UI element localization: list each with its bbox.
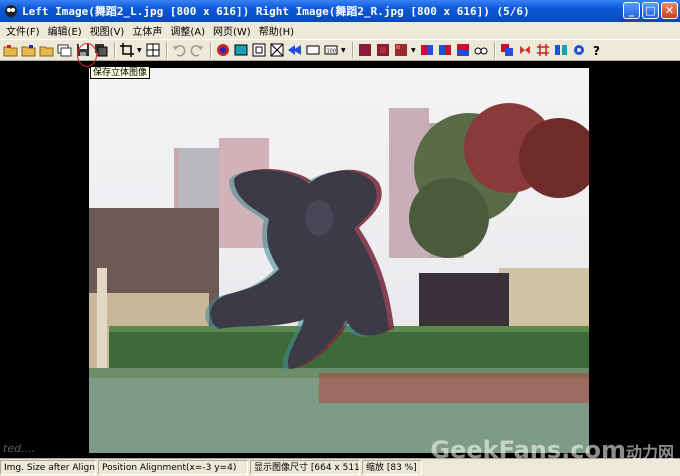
toolbar-separator <box>114 42 116 58</box>
help-icon[interactable]: ? <box>589 42 605 58</box>
toolbar-separator <box>352 42 354 58</box>
checker-icon[interactable] <box>535 42 551 58</box>
mirror-icon[interactable] <box>553 42 569 58</box>
crop-icon[interactable] <box>119 42 135 58</box>
window-controls: _ □ ✕ <box>623 2 678 19</box>
menu-file[interactable]: 文件(F) <box>4 23 46 38</box>
watermark-text: GeekFans.com <box>430 436 626 464</box>
open-stereo-icon[interactable] <box>39 42 55 58</box>
fullscreen-icon[interactable] <box>269 42 285 58</box>
zoom-dropdown-icon[interactable]: ▼ <box>341 47 346 54</box>
menu-adjust[interactable]: 调整(A) <box>168 23 211 38</box>
redo-icon[interactable] <box>189 42 205 58</box>
app-window: Left Image(舞蹈2_L.jpg [800 x 616]) Right … <box>0 0 680 476</box>
flip-icon[interactable] <box>517 42 533 58</box>
open-right-icon[interactable] <box>21 42 37 58</box>
window-title: Left Image(舞蹈2_L.jpg [800 x 616]) Right … <box>22 5 530 18</box>
svg-text:100: 100 <box>327 49 337 55</box>
open-left-icon[interactable] <box>3 42 19 58</box>
swap-icon[interactable] <box>215 42 231 58</box>
menu-web[interactable]: 网页(W) <box>211 23 257 38</box>
cross-view-icon[interactable] <box>437 42 453 58</box>
grid-icon[interactable] <box>145 42 161 58</box>
crop-dropdown-icon[interactable]: ▼ <box>137 47 142 54</box>
side-by-side-icon[interactable] <box>419 42 435 58</box>
status-image-size: Img. Size after Align [797 x 612] <box>0 460 96 475</box>
watermark: GeekFans.com动力网 <box>430 436 674 464</box>
highlight-circle <box>77 43 97 67</box>
save-tooltip: 保存立体图像 <box>90 66 151 79</box>
anaglyph-dropdown-icon[interactable]: ▼ <box>411 47 416 54</box>
anaglyph-mode3-icon[interactable] <box>393 42 409 58</box>
svg-text:?: ? <box>593 44 600 57</box>
fit-window-icon[interactable] <box>233 42 249 58</box>
logo-mark: ted.... <box>3 442 36 455</box>
anaglyph-mode1-icon[interactable] <box>357 42 373 58</box>
close-button[interactable]: ✕ <box>661 2 678 19</box>
maximize-button[interactable]: □ <box>642 2 659 19</box>
settings-icon[interactable] <box>571 42 587 58</box>
glasses-icon[interactable] <box>473 42 489 58</box>
status-display-size: 显示图像尺寸 [664 x 511] <box>250 460 360 475</box>
title-bar: Left Image(舞蹈2_L.jpg [800 x 616]) Right … <box>0 0 680 22</box>
open-multi-icon[interactable] <box>57 42 73 58</box>
over-under-icon[interactable] <box>455 42 471 58</box>
interlace-icon[interactable] <box>499 42 515 58</box>
toolbar-separator <box>494 42 496 58</box>
actual-size-icon[interactable] <box>251 42 267 58</box>
zoom-100-icon[interactable]: 100 <box>323 42 339 58</box>
app-icon[interactable] <box>4 4 18 18</box>
toolbar: ▼ 100 ▼ ▼ ? <box>0 39 680 61</box>
anaglyph-mode2-icon[interactable] <box>375 42 391 58</box>
status-position: Position Alignment(x=-3 y=4) <box>98 460 248 475</box>
watermark-suffix: 动力网 <box>625 443 674 462</box>
menu-help[interactable]: 帮助(H) <box>257 23 300 38</box>
menu-view[interactable]: 视图(V) <box>88 23 131 38</box>
toolbar-separator <box>210 42 212 58</box>
menu-edit[interactable]: 编辑(E) <box>46 23 88 38</box>
menu-stereo[interactable]: 立体声 <box>130 23 168 38</box>
play-back-icon[interactable] <box>287 42 303 58</box>
minimize-button[interactable]: _ <box>623 2 640 19</box>
toolbar-separator <box>166 42 168 58</box>
status-zoom: 缩放 [83 %] <box>362 460 422 475</box>
menu-bar: 文件(F) 编辑(E) 视图(V) 立体声 调整(A) 网页(W) 帮助(H) <box>0 22 680 39</box>
zoom-fit-icon[interactable] <box>305 42 321 58</box>
anaglyph-image[interactable] <box>89 68 589 453</box>
image-viewport[interactable] <box>0 62 680 458</box>
undo-icon[interactable] <box>171 42 187 58</box>
